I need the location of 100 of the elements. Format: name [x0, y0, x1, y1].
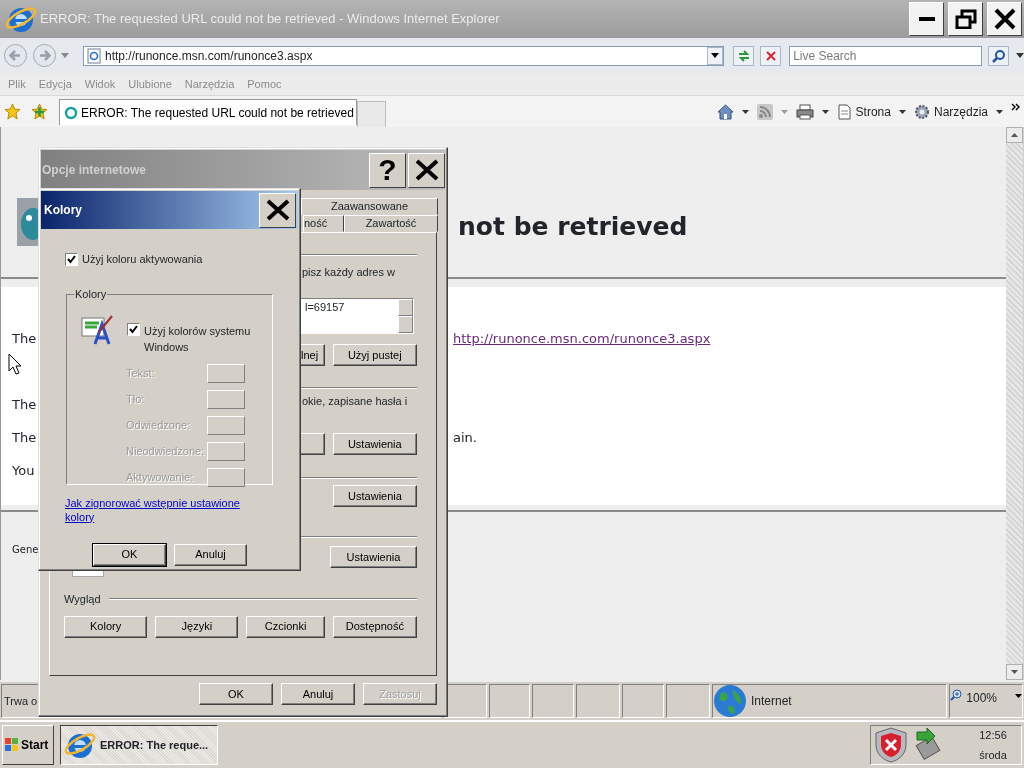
scroll-down-button[interactable]	[1006, 664, 1023, 680]
dialog-tab[interactable]: Zaawansowane	[301, 198, 438, 215]
scroll-up-button[interactable]	[1006, 127, 1023, 143]
down-arrow-icon	[1011, 670, 1018, 674]
window-title: ERROR: The requested URL could not be retrieved - Windows Internet Explorer	[40, 10, 500, 29]
status-panel	[488, 684, 531, 718]
globe-icon	[712, 684, 747, 718]
dialog-button[interactable]: Ustawienia	[332, 433, 417, 455]
page-heading: not be retrieved	[458, 211, 688, 242]
close-button[interactable]	[408, 152, 445, 188]
field-label: Tekst:	[126, 365, 156, 381]
print-icon[interactable]	[795, 103, 814, 120]
command-button[interactable]: Narzędzia	[913, 102, 1003, 121]
up-arrow-icon	[1011, 133, 1018, 137]
checkbox-label: Użyj koloru aktywowania	[82, 252, 203, 267]
caret-icon[interactable]	[741, 109, 749, 114]
dialog-tab[interactable]: Zawartość	[344, 215, 438, 232]
forward-icon	[32, 43, 57, 68]
command-button[interactable]: Strona	[836, 102, 906, 121]
minimize-button[interactable]	[909, 2, 944, 36]
caret-icon	[996, 109, 1003, 114]
description-text: pisz każdy adres w	[302, 265, 396, 279]
chevron-icon[interactable]	[1011, 102, 1020, 111]
page-link[interactable]: http://runonce.msn.com/runonce3.aspx	[453, 331, 711, 347]
dialog-button[interactable]: Dostępność	[332, 615, 417, 638]
description-text: okie, zapisane hasła i	[302, 394, 409, 408]
maximize-button[interactable]	[948, 2, 983, 36]
dialog-button[interactable]: OK	[199, 683, 273, 705]
caret-icon[interactable]	[1016, 53, 1024, 58]
dialog-button[interactable]: OK	[93, 543, 166, 566]
dialog-title: Opcje internetowe	[42, 162, 147, 179]
logo-icon	[17, 198, 38, 246]
caret-icon	[711, 53, 720, 58]
status-panel	[532, 684, 575, 718]
status-panel	[666, 684, 710, 718]
page-icon	[836, 103, 852, 120]
body-text: The	[12, 331, 37, 346]
dialog-button[interactable]	[300, 433, 325, 455]
address-text: http://runonce.msn.com/runonce3.aspx	[104, 47, 313, 65]
help-button[interactable]: ?	[369, 152, 406, 188]
color-button[interactable]	[207, 415, 245, 435]
body-text: You	[12, 463, 35, 478]
checkbox[interactable]	[127, 322, 140, 336]
zoom-button[interactable]: 100%	[949, 684, 1023, 718]
caret-icon[interactable]	[821, 109, 829, 114]
browser-tab[interactable]: ERROR: The requested URL could not be retrieved	[59, 99, 357, 125]
caret-icon	[898, 109, 906, 114]
dialog-button[interactable]: Kolory	[64, 615, 148, 638]
dialog-button[interactable]: Anuluj	[281, 683, 355, 705]
status-panel	[576, 684, 621, 718]
windows-flag-icon	[5, 738, 19, 752]
address-field[interactable]: http://runonce.msn.com/runonce3.aspx	[82, 45, 725, 66]
dialog-button[interactable]: Czcionki	[246, 615, 325, 638]
search-field[interactable]: Live Search	[789, 45, 983, 66]
page-icon	[86, 47, 101, 64]
color-button[interactable]	[207, 389, 245, 409]
stop-icon	[764, 49, 777, 62]
start-button[interactable]: Start	[2, 725, 54, 765]
color-button[interactable]	[207, 441, 245, 461]
checkbox[interactable]	[65, 252, 78, 266]
dialog-button[interactable]: lnej	[300, 344, 325, 366]
status-panel	[622, 684, 665, 718]
help-link[interactable]: Jak zignorować wstępnie ustawione kolory	[65, 495, 245, 524]
dialog-button[interactable]: Anuluj	[174, 543, 247, 566]
color-button[interactable]	[207, 467, 245, 487]
dropdown-button[interactable]	[707, 46, 724, 65]
mouse-pointer-icon	[8, 353, 22, 375]
gear-icon	[913, 103, 930, 120]
section-label: Wygląd	[64, 592, 101, 607]
checkbox-label: Użyj kolorów systemu Windows	[144, 323, 252, 355]
field-label: Aktywowanie:	[126, 469, 195, 485]
home-icon[interactable]	[716, 103, 734, 120]
search-button[interactable]	[988, 45, 1010, 66]
close-icon	[414, 159, 439, 181]
body-text: The	[12, 430, 37, 445]
stop-button[interactable]	[760, 45, 782, 66]
dialog-title: Kolory	[44, 202, 82, 219]
dialog-button[interactable]: Ustawienia	[333, 485, 417, 507]
add-favorite-icon[interactable]	[31, 103, 48, 120]
home-page-field[interactable]: l=69157	[300, 298, 414, 334]
shield-icon[interactable]	[875, 727, 907, 763]
footer-text: Gene	[12, 544, 39, 555]
caret-icon	[1015, 694, 1022, 698]
refresh-button[interactable]	[733, 45, 755, 66]
feed-icon[interactable]	[756, 103, 773, 120]
zoom-icon	[950, 689, 963, 701]
dialog-button[interactable]: Ustawienia	[330, 546, 417, 568]
dialog-button[interactable]: Języki	[155, 615, 239, 638]
taskbar-button[interactable]: ERROR: The reque...	[60, 725, 218, 765]
clock-time: 12:56	[978, 728, 1008, 743]
clock-day: środa	[965, 745, 1021, 765]
dialog-tab[interactable]: ność	[303, 215, 344, 232]
star-icon[interactable]	[4, 103, 21, 120]
minimize-icon	[918, 17, 935, 21]
color-button[interactable]	[207, 363, 245, 383]
field-label: Tło:	[126, 391, 146, 407]
field-label: Odwiedzone:	[126, 417, 192, 433]
close-button[interactable]	[259, 192, 296, 228]
close-button[interactable]	[987, 2, 1022, 36]
dialog-button[interactable]: Użyj pustej	[332, 344, 417, 366]
